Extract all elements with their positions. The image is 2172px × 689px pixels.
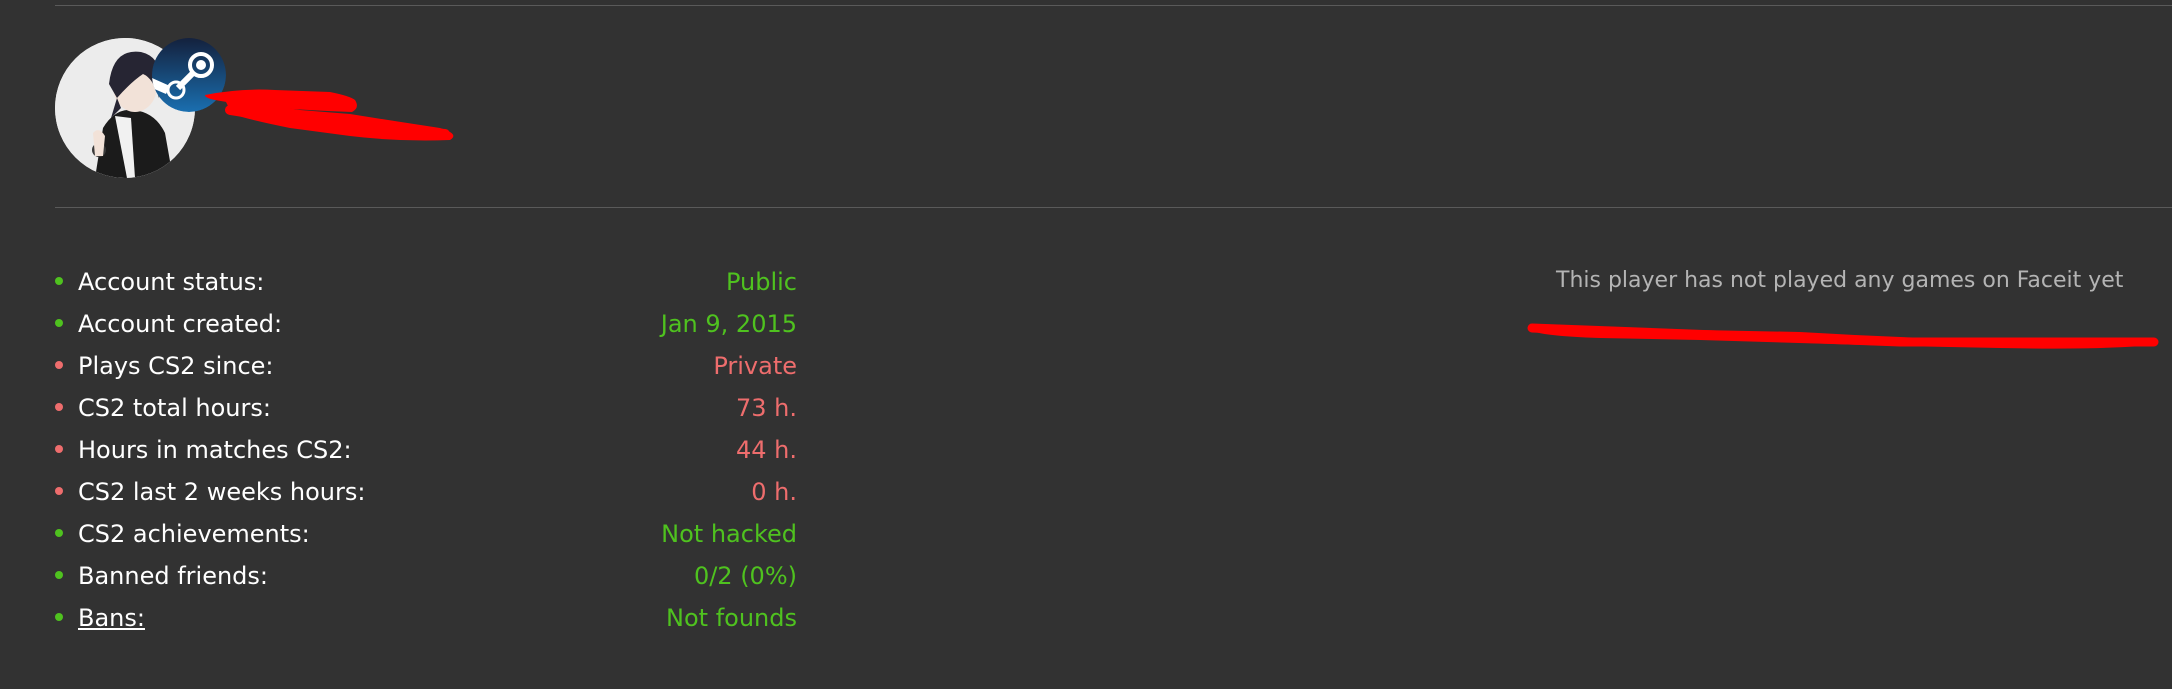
bans-link[interactable]: Bans: [78, 600, 145, 636]
stat-value: 73 h. [735, 394, 797, 422]
stat-cs2-total-hours: CS2 total hours: 73 h. [55, 390, 797, 432]
stat-plays-cs2-since: Plays CS2 since: Private [55, 348, 797, 390]
stat-label: CS2 achievements: [78, 520, 310, 548]
status-dot [55, 403, 63, 411]
status-dot [55, 277, 63, 285]
stat-label: Hours in matches CS2: [78, 436, 352, 464]
stat-value: Not founds [666, 604, 797, 632]
stat-cs2-achievements: CS2 achievements: Not hacked [55, 516, 797, 558]
top-divider [55, 5, 2172, 6]
stat-label: Banned friends: [78, 562, 269, 590]
stat-label: Account status: [78, 268, 265, 296]
stat-value: Not hacked [661, 520, 797, 548]
status-dot [55, 571, 63, 579]
stat-label: CS2 total hours: [78, 394, 271, 422]
stat-bans: Bans: Not founds [55, 600, 797, 642]
stat-value: Private [713, 352, 797, 380]
stat-value: Public [725, 268, 797, 296]
stat-account-created: Account created: Jan 9, 2015 [55, 306, 797, 348]
status-dot [55, 361, 63, 369]
stat-value: 44 h. [735, 436, 797, 464]
stat-hours-in-matches: Hours in matches CS2: 44 h. [55, 432, 797, 474]
stat-label: Account created: [78, 310, 283, 338]
faceit-no-games-message: This player has not played any games on … [1556, 268, 2124, 293]
account-stats-list: Account status: Public Account created: … [55, 264, 797, 642]
status-dot [55, 613, 63, 621]
stat-value: Jan 9, 2015 [660, 310, 797, 338]
stat-value: 0/2 (0%) [693, 562, 797, 590]
status-dot [55, 445, 63, 453]
stat-label: CS2 last 2 weeks hours: [78, 478, 366, 506]
stat-account-status: Account status: Public [55, 264, 797, 306]
stat-label: Plays CS2 since: [78, 352, 274, 380]
status-dot [55, 319, 63, 327]
stat-banned-friends: Banned friends: 0/2 (0%) [55, 558, 797, 600]
stat-value: 0 h. [751, 478, 797, 506]
status-dot [55, 529, 63, 537]
section-divider [55, 207, 2172, 208]
steam-icon [152, 38, 226, 112]
stat-last-2-weeks-hours: CS2 last 2 weeks hours: 0 h. [55, 474, 797, 516]
status-dot [55, 487, 63, 495]
